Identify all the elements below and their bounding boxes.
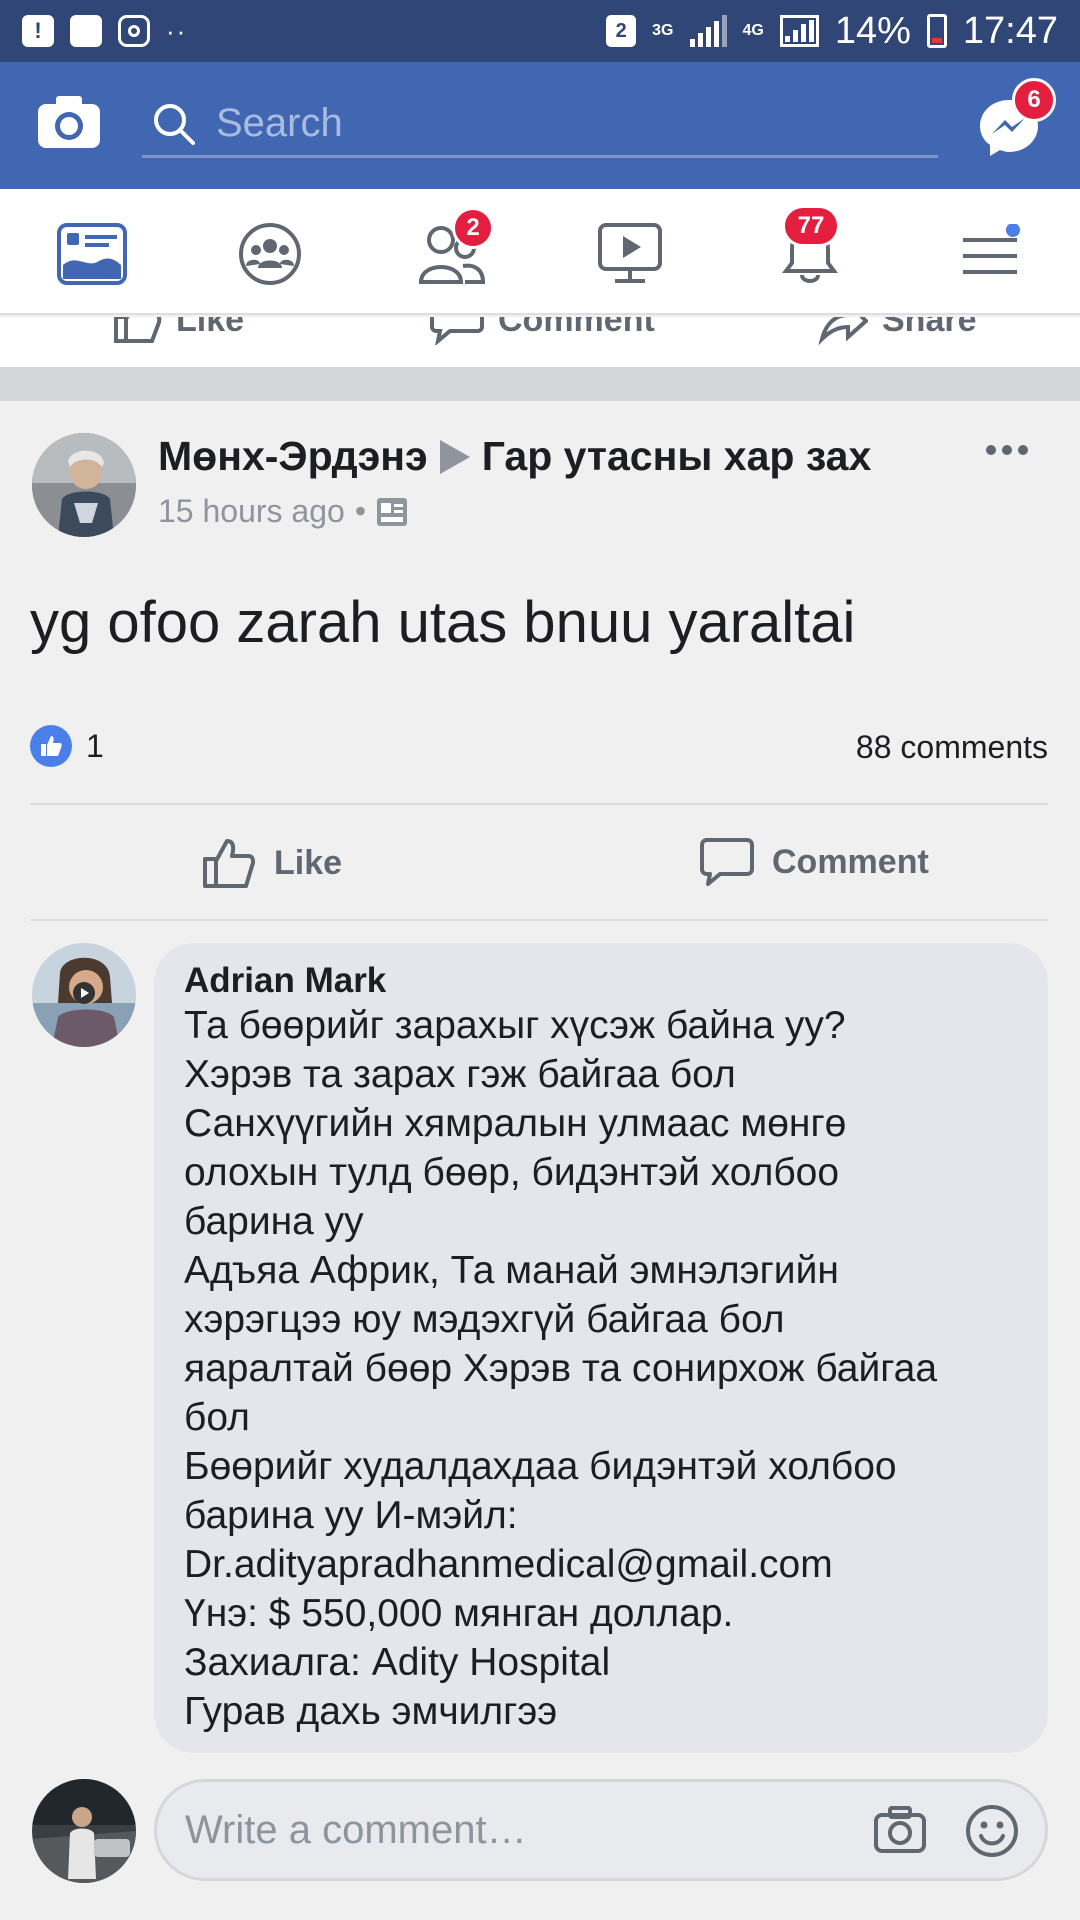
tab-bar: 2 77	[0, 189, 1080, 315]
post-timestamp[interactable]: 15 hours ago	[158, 493, 345, 530]
reactions-summary[interactable]: 1	[30, 725, 104, 767]
comment-bubble-icon	[430, 317, 484, 345]
network-3g-label: 3G	[652, 22, 674, 39]
camera-icon[interactable]	[873, 1804, 927, 1856]
camera-button[interactable]	[38, 96, 100, 148]
previous-like-label: Like	[176, 317, 245, 339]
messenger-button[interactable]: 6	[974, 78, 1056, 162]
tab-watch[interactable]	[590, 219, 670, 289]
instagram-notification-icon	[118, 15, 150, 47]
news-feed-icon	[57, 223, 127, 285]
comment-line: Гурав дахь эмчилгээ	[184, 1690, 558, 1733]
like-button[interactable]: Like	[202, 837, 342, 889]
comment-bubble-icon	[700, 838, 754, 886]
commenter-photo	[32, 943, 136, 1047]
comment-label: Comment	[772, 842, 929, 881]
comment-line: бол	[184, 1396, 250, 1439]
groups-icon	[239, 223, 301, 285]
battery-icon	[926, 14, 947, 48]
more-dot-icon	[986, 445, 996, 455]
like-reaction-icon	[30, 725, 72, 767]
share-arrow-icon	[818, 317, 868, 345]
hamburger-menu-icon	[963, 224, 1020, 274]
search-icon	[154, 103, 195, 145]
previous-share-label: Share	[882, 317, 977, 339]
group-name[interactable]: Гар утасны хар зах	[482, 433, 872, 480]
previous-share-button[interactable]: Share	[818, 317, 977, 345]
post-header: Мөнх-Эрдэнэ Гар утасны хар зах	[158, 433, 871, 480]
comment-button[interactable]: Comment	[700, 837, 929, 887]
tab-news-feed[interactable]	[52, 219, 132, 289]
feed-separator	[0, 367, 1080, 401]
status-bar: ! ·· 2 3G 4G 14% 17:47	[0, 0, 1080, 62]
top-bar: 6	[0, 62, 1080, 189]
tab-notifications[interactable]: 77	[770, 205, 850, 289]
comment-line: Та бөөрийг зарахыг хүсэж байна уу?	[184, 1004, 846, 1047]
post-meta: 15 hours ago •	[158, 493, 408, 530]
notifications-badge: 77	[782, 205, 840, 247]
previous-comment-button[interactable]: Comment	[430, 317, 655, 345]
more-dot-icon	[1002, 445, 1012, 455]
flipboard-notification-icon	[70, 15, 102, 47]
group-privacy-icon	[377, 497, 408, 526]
battery-percent: 14%	[834, 9, 911, 52]
tab-friend-requests[interactable]: 2	[412, 207, 494, 289]
post-card: Мөнх-Эрдэнэ Гар утасны хар зах 15 hours …	[0, 401, 1080, 1920]
more-notifications-icon: ··	[166, 15, 188, 46]
search-input[interactable]	[216, 101, 916, 146]
comment-author[interactable]: Adrian Mark	[184, 961, 1018, 1001]
comment-line: барина уу	[184, 1200, 364, 1243]
actions-divider-top	[30, 803, 1048, 805]
comment-line: яаралтай бөөр Хэрэв та сонирхож байгаа	[184, 1347, 938, 1390]
like-label: Like	[274, 843, 343, 882]
signal-3g-icon	[689, 15, 727, 47]
comment-line: олохын тулд бөөр, бидэнтэй холбоо	[184, 1151, 840, 1194]
comment-line: Үнэ: $ 550,000 мянган доллар.	[184, 1592, 734, 1635]
commenter-avatar[interactable]	[32, 943, 136, 1047]
watch-video-icon	[598, 223, 662, 283]
network-4g-label: 4G	[742, 22, 764, 39]
post-options-button[interactable]	[986, 445, 1028, 455]
comment-line: Санхүүгийн хямралын улмаас мөнгө	[184, 1102, 847, 1145]
camera-icon	[38, 96, 100, 148]
comment-line: Адъяа Африк, Та манай эмнэлэгийн	[184, 1249, 839, 1292]
sim-badge: 2	[606, 15, 637, 47]
author-name[interactable]: Мөнх-Эрдэнэ	[158, 433, 428, 480]
my-avatar[interactable]	[32, 1779, 136, 1883]
comment-bubble[interactable]: Adrian Mark Та бөөрийг зарахыг хүсэж бай…	[154, 943, 1048, 1753]
my-photo	[32, 1779, 136, 1883]
comment-email-line: Dr.adityapradhanmedical@gmail.com	[184, 1543, 833, 1586]
comment-line: барина уу И-мэйл:	[184, 1494, 518, 1537]
post-body: yg ofoo zarah utas bnuu yaraltai	[30, 590, 856, 655]
author-photo	[32, 433, 136, 537]
signal-4g-icon	[779, 15, 819, 47]
likes-count: 1	[86, 727, 104, 764]
meta-separator: •	[354, 493, 367, 529]
write-comment-box[interactable]	[154, 1779, 1048, 1881]
previous-like-button[interactable]: Like	[112, 317, 244, 345]
previous-post-actions: Like Comment Share	[0, 317, 1080, 367]
write-comment-input[interactable]	[185, 1807, 845, 1853]
alert-notification-icon: !	[22, 15, 54, 47]
posted-in-arrow-icon	[439, 439, 470, 474]
more-dot-icon	[1018, 445, 1028, 455]
actions-divider-bottom	[30, 919, 1048, 921]
comment-line: хэрэгцээ юу мэдэхгүй байгаа бол	[184, 1298, 785, 1341]
tab-groups[interactable]	[230, 219, 310, 289]
messenger-badge: 6	[1012, 78, 1056, 122]
like-thumb-icon	[203, 839, 255, 888]
comment-line: Захиалга: Adity Hospital	[184, 1641, 611, 1684]
author-avatar[interactable]	[32, 433, 136, 537]
like-thumb-icon	[114, 317, 162, 343]
friend-requests-badge: 2	[452, 207, 494, 249]
search-bar[interactable]	[142, 92, 938, 158]
comment-line: Хэрэв та зарах гэж байгаа бол	[184, 1053, 736, 1096]
tab-menu[interactable]	[950, 219, 1030, 289]
emoji-icon[interactable]	[965, 1804, 1019, 1858]
comments-count[interactable]: 88 comments	[856, 729, 1048, 766]
clock: 17:47	[962, 9, 1058, 52]
comment-line: Бөөрийг худалдахдаа бидэнтэй холбоо	[184, 1445, 897, 1488]
previous-comment-label: Comment	[498, 317, 655, 339]
